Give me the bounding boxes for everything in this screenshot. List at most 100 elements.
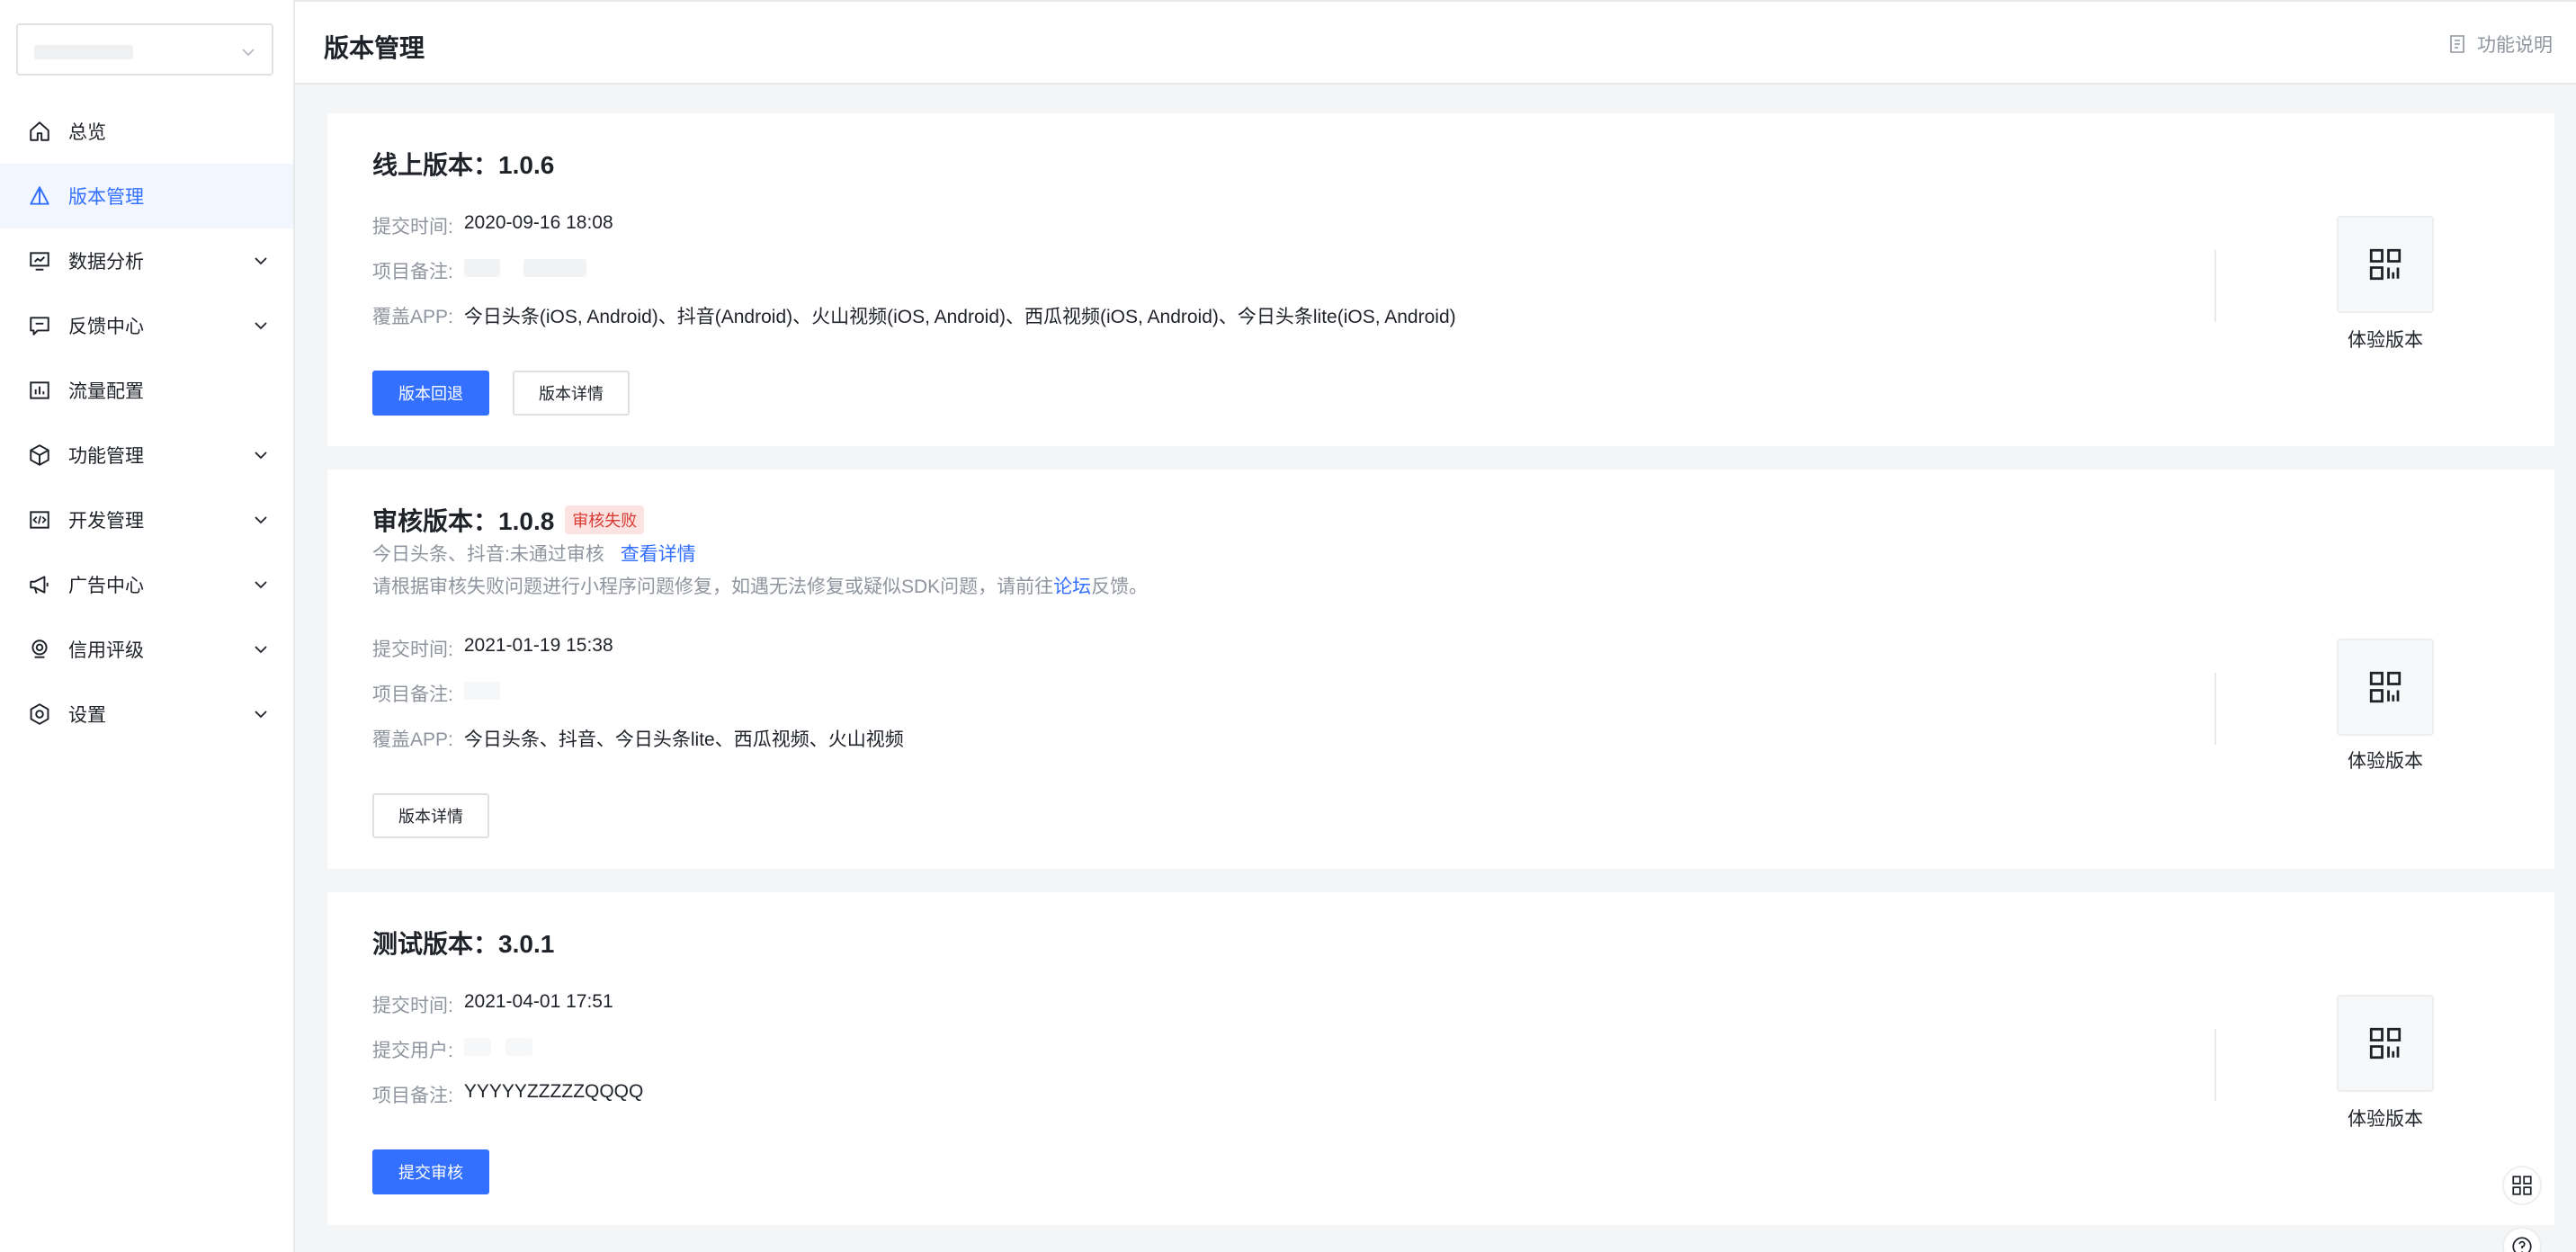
card-title: 审核版本：1.0.8 审核失败 <box>372 502 645 538</box>
sidebar-item-features[interactable]: 功能管理 <box>0 423 293 487</box>
title-prefix: 线上版本： <box>372 151 499 179</box>
sidebar-nav: 总览 版本管理 数据分析 反馈中心 流量配置 功能管理 开发管理 广告中心 信用… <box>0 99 293 747</box>
test-version-card: 测试版本：3.0.1 提交时间: 2021-04-01 17:51 提交用户: … <box>327 892 2554 1225</box>
version-number: 1.0.6 <box>498 151 555 179</box>
remark-row: 项目备注: <box>372 257 586 284</box>
chevron-down-icon <box>255 646 267 654</box>
sidebar-item-traffic[interactable]: 流量配置 <box>0 358 293 423</box>
sidebar-item-label: 设置 <box>68 705 106 726</box>
version-number: 3.0.1 <box>498 930 555 958</box>
qr-code-icon <box>2369 1027 2402 1060</box>
field-key: 项目备注: <box>372 262 453 282</box>
divider <box>2214 1029 2216 1101</box>
app-selector[interactable] <box>16 23 273 76</box>
sidebar-item-settings[interactable]: 设置 <box>0 682 293 747</box>
field-key: 提交时间: <box>372 217 453 237</box>
review-fail-note: 今日头条、抖音:未通过审核 查看详情 <box>372 540 696 567</box>
qr-label: 体验版本 <box>2348 1109 2423 1130</box>
field-value: YYYYYZZZZZQQQQ <box>463 1081 644 1102</box>
grid-icon <box>2512 1176 2532 1195</box>
qr-code-button[interactable] <box>2337 639 2434 736</box>
gear-icon <box>27 702 52 727</box>
review-advice: 请根据审核失败问题进行小程序问题修复，如遇无法修复或疑似SDK问题，请前往论坛反… <box>372 572 1148 599</box>
sidebar-item-label: 信用评级 <box>68 640 144 661</box>
sidebar-item-label: 广告中心 <box>68 576 144 596</box>
rollback-button[interactable]: 版本回退 <box>372 371 489 416</box>
feedback-icon <box>27 313 52 338</box>
sidebar-item-label: 版本管理 <box>68 187 144 208</box>
version-number: 1.0.8 <box>498 507 555 535</box>
qr-code-button[interactable] <box>2337 216 2434 313</box>
redacted-value <box>463 259 500 277</box>
field-key: 项目备注: <box>372 1086 453 1106</box>
online-version-card: 线上版本：1.0.6 提交时间: 2020-09-16 18:08 项目备注: … <box>327 113 2554 446</box>
megaphone-icon <box>27 572 52 597</box>
version-detail-button[interactable]: 版本详情 <box>372 793 489 838</box>
help-label: 功能说明 <box>2477 35 2553 56</box>
sidebar: 总览 版本管理 数据分析 反馈中心 流量配置 功能管理 开发管理 广告中心 信用… <box>0 0 295 1252</box>
forum-link[interactable]: 论坛 <box>1053 577 1091 597</box>
field-key: 提交时间: <box>372 639 453 660</box>
qr-code-button[interactable] <box>2337 995 2434 1092</box>
title-prefix: 审核版本： <box>372 507 499 535</box>
document-icon <box>2450 35 2464 53</box>
card-title: 线上版本：1.0.6 <box>372 146 554 182</box>
submit-review-button[interactable]: 提交审核 <box>372 1149 489 1194</box>
redacted-value <box>463 1038 491 1056</box>
field-key: 覆盖APP: <box>372 307 453 327</box>
advice-text: 请根据审核失败问题进行小程序问题修复，如遇无法修复或疑似SDK问题，请前往 <box>372 577 1054 597</box>
review-version-card: 审核版本：1.0.8 审核失败 今日头条、抖音:未通过审核 查看详情 请根据审核失… <box>327 470 2554 869</box>
qr-code-icon <box>2369 248 2402 281</box>
help-link[interactable]: 功能说明 <box>2446 31 2553 58</box>
field-value: 2021-01-19 15:38 <box>463 635 613 656</box>
sidebar-item-label: 开发管理 <box>68 511 144 532</box>
floating-help-button[interactable] <box>2502 1227 2542 1252</box>
version-detail-button[interactable]: 版本详情 <box>513 371 630 416</box>
submit-time-row: 提交时间: 2021-01-19 15:38 <box>372 635 613 662</box>
qr-code-icon <box>2369 671 2402 703</box>
badge-icon <box>27 637 52 662</box>
floating-grid-button[interactable] <box>2502 1166 2542 1205</box>
divider <box>2214 250 2216 322</box>
analytics-icon <box>27 248 52 273</box>
sidebar-item-version[interactable]: 版本管理 <box>0 164 293 228</box>
remark-row: 项目备注: YYYYYZZZZZQQQQ <box>372 1081 643 1108</box>
field-value: 今日头条(iOS, Android)、抖音(Android)、火山视频(iOS,… <box>463 307 1456 327</box>
sidebar-item-label: 反馈中心 <box>68 317 144 337</box>
sidebar-item-label: 数据分析 <box>68 252 144 273</box>
chevron-down-icon <box>255 581 267 589</box>
chevron-down-icon <box>255 516 267 524</box>
remark-row: 项目备注: <box>372 680 500 707</box>
status-badge: 审核失败 <box>565 505 645 534</box>
submit-time-row: 提交时间: 2020-09-16 18:08 <box>372 212 613 239</box>
sidebar-item-ads[interactable]: 广告中心 <box>0 552 293 617</box>
submit-user-row: 提交用户: <box>372 1036 532 1063</box>
field-value: 今日头条、抖音、今日头条lite、西瓜视频、火山视频 <box>463 729 904 750</box>
sidebar-item-overview[interactable]: 总览 <box>0 99 293 164</box>
sidebar-item-analytics[interactable]: 数据分析 <box>0 228 293 293</box>
qr-label: 体验版本 <box>2348 330 2423 351</box>
chevron-down-icon <box>242 49 255 57</box>
traffic-icon <box>27 378 52 403</box>
sidebar-item-feedback[interactable]: 反馈中心 <box>0 293 293 358</box>
advice-text: 反馈。 <box>1091 577 1149 597</box>
apps-row: 覆盖APP: 今日头条、抖音、今日头条lite、西瓜视频、火山视频 <box>372 725 904 752</box>
home-icon <box>27 119 52 144</box>
chevron-down-icon <box>255 452 267 460</box>
code-icon <box>27 507 52 532</box>
field-key: 提交时间: <box>372 996 453 1016</box>
sidebar-item-dev[interactable]: 开发管理 <box>0 487 293 552</box>
redacted-value <box>463 682 500 700</box>
title-prefix: 测试版本： <box>372 930 499 958</box>
qr-label: 体验版本 <box>2348 751 2423 772</box>
sidebar-item-credit[interactable]: 信用评级 <box>0 617 293 682</box>
redacted-value <box>505 1038 532 1056</box>
page-header: 版本管理 功能说明 <box>295 0 2576 85</box>
app-name-redacted <box>34 45 133 59</box>
sidebar-item-label: 功能管理 <box>68 446 144 467</box>
chevron-down-icon <box>255 257 267 265</box>
box-icon <box>27 443 52 468</box>
card-title: 测试版本：3.0.1 <box>372 925 554 961</box>
field-key: 覆盖APP: <box>372 729 453 750</box>
view-detail-link[interactable]: 查看详情 <box>621 544 696 565</box>
